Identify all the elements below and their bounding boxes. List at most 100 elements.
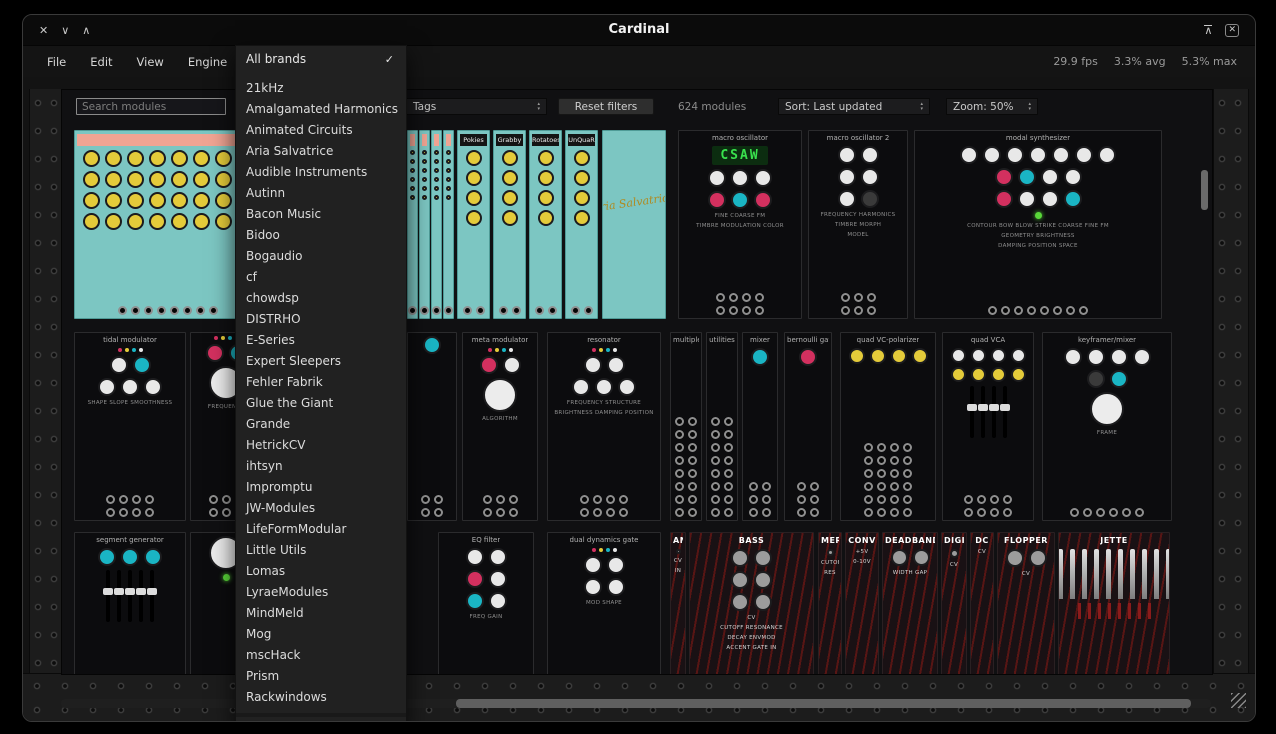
module-utilities[interactable]: utilities	[706, 332, 738, 521]
led-icon	[599, 348, 603, 352]
module-quad-vca[interactable]: quad VCA	[942, 332, 1034, 521]
pipe-icon	[1118, 549, 1123, 599]
close-window-icon[interactable]: ✕	[1225, 24, 1239, 37]
brand-menu-item-bogaudio[interactable]: Bogaudio	[236, 246, 406, 267]
menu-edit[interactable]: Edit	[80, 51, 122, 73]
module-dual-dynamics-gate[interactable]: dual dynamics gateMOD SHAPE	[547, 532, 661, 675]
brand-menu-item-bacon-music[interactable]: Bacon Music	[236, 204, 406, 225]
brand-menu-item-hetrickcv[interactable]: HetrickCV	[236, 435, 406, 456]
module-conv[interactable]: CONV+5V0-10V	[845, 532, 879, 675]
knob-icon	[1029, 146, 1047, 164]
slider-icon	[1003, 386, 1007, 438]
knob-icon	[607, 356, 625, 374]
brand-menu-item-mindmeld[interactable]: MindMeld	[236, 603, 406, 624]
brand-menu-item-all-brands[interactable]: All brands ✓	[236, 46, 406, 72]
knob-icon	[838, 168, 856, 186]
resize-grip[interactable]	[1231, 693, 1246, 708]
vertical-scrollbar-thumb[interactable]	[1201, 170, 1208, 210]
brand-menu-item-rackwindows[interactable]: Rackwindows	[236, 687, 406, 708]
pipe-icon	[1094, 549, 1099, 599]
module-eq-filter[interactable]: EQ filterFREQ GAIN	[438, 532, 534, 675]
jack-icon	[688, 482, 697, 491]
brand-menu-item-lomas[interactable]: Lomas	[236, 561, 406, 582]
horizontal-scrollbar-thumb[interactable]	[456, 699, 1191, 708]
brand-menu-item-lyraemodules[interactable]: LyraeModules	[236, 582, 406, 603]
brand-menu-item-distrho[interactable]: DISTRHO	[236, 309, 406, 330]
module-digi[interactable]: DIGICV	[941, 532, 967, 675]
knob-icon	[144, 378, 162, 396]
module-macro-oscillator[interactable]: macro oscillatorCSAWFINE COARSE FMTIMBRE…	[678, 130, 802, 319]
brand-menu-item-little-utils[interactable]: Little Utils	[236, 540, 406, 561]
module-multiples[interactable]: multiples	[670, 332, 702, 521]
brand-menu-item-lifeformmodular[interactable]: LifeFormModular	[236, 519, 406, 540]
menu-view[interactable]: View	[127, 51, 174, 73]
jack-icon	[964, 508, 973, 517]
brand-menu-item-amalgamated-harmonics[interactable]: Amalgamated Harmonics	[236, 99, 406, 120]
module-quad-vc-polarizer[interactable]: quad VC-polarizer	[840, 332, 936, 521]
module-card[interactable]	[407, 130, 418, 319]
module-macro-oscillator-2[interactable]: macro oscillator 2FREQUENCY HARMONICSTIM…	[808, 130, 908, 319]
brand-menu-item-ihtsyn[interactable]: ihtsyn	[236, 456, 406, 477]
brand-menu-item-glue-the-giant[interactable]: Glue the Giant	[236, 393, 406, 414]
brand-menu-item-aria-salvatrice[interactable]: Aria Salvatrice	[236, 141, 406, 162]
module-deadband[interactable]: DEADBANDWIDTH GAP	[882, 532, 938, 675]
module-card[interactable]	[407, 332, 457, 521]
brand-menu-item-prism[interactable]: Prism	[236, 666, 406, 687]
module-mixer[interactable]: mixer	[742, 332, 778, 521]
module-tidal-modulator[interactable]: tidal modulatorSHAPE SLOPE SMOOTHNESS	[74, 332, 186, 521]
module-card[interactable]	[431, 130, 442, 319]
module-resonator[interactable]: resonatorFREQUENCY STRUCTUREBRIGHTNESS D…	[547, 332, 661, 521]
titlebar[interactable]: ✕∨∧ Cardinal ∧✕	[23, 15, 1255, 46]
brand-menu-item-animated-circuits[interactable]: Animated Circuits	[236, 120, 406, 141]
jack-icon	[675, 456, 684, 465]
module-unquar[interactable]: UnQuaR	[565, 130, 598, 319]
brand-menu-item-mschack[interactable]: mscHack	[236, 645, 406, 666]
jack-icon	[724, 443, 733, 452]
brand-menu-item-audible-instruments[interactable]: Audible Instruments	[236, 162, 406, 183]
brand-menu-item-e-series[interactable]: E-Series	[236, 330, 406, 351]
module-card[interactable]: Aria Salvatrice	[602, 130, 666, 319]
module-bernoulli-gate[interactable]: bernoulli gate	[784, 332, 832, 521]
brand-menu-item-fehler-fabrik[interactable]: Fehler Fabrik	[236, 372, 406, 393]
module-card[interactable]	[74, 130, 262, 319]
brand-menu-item-cf[interactable]: cf	[236, 267, 406, 288]
brand-menu-item-bidoo[interactable]: Bidoo	[236, 225, 406, 246]
jack-icon	[877, 482, 886, 491]
knob-icon	[446, 159, 451, 164]
horizontal-scrollbar[interactable]	[61, 699, 1211, 708]
jack-icon	[867, 306, 876, 315]
rack-rail-bottom	[23, 673, 1255, 722]
module-card[interactable]	[443, 130, 454, 319]
menu-file[interactable]: File	[37, 51, 76, 73]
module-modal-synthesizer[interactable]: modal synthesizerCONTOUR BOW BLOW STRIKE…	[914, 130, 1162, 319]
brand-menu-item-grande[interactable]: Grande	[236, 414, 406, 435]
module-segment-generator[interactable]: segment generator	[74, 532, 186, 675]
jack-icon	[854, 293, 863, 302]
brand-menu-item-21khz[interactable]: 21kHz	[236, 78, 406, 99]
module-keyframer-mixer[interactable]: keyframer/mixerFRAME	[1042, 332, 1172, 521]
brand-menu-item-expert-sleepers[interactable]: Expert Sleepers	[236, 351, 406, 372]
knob-icon	[676, 549, 681, 554]
knob-icon	[98, 378, 116, 396]
led-row	[592, 548, 617, 552]
brand-menu-item-jw-modules[interactable]: JW-Modules	[236, 498, 406, 519]
brand-menu-item-mog[interactable]: Mog	[236, 624, 406, 645]
module-rotatoes[interactable]: Rotatoes	[529, 130, 562, 319]
module-meta-modulator[interactable]: meta modulatorALGORITHM	[462, 332, 538, 521]
module-pokies[interactable]: Pokies	[457, 130, 490, 319]
module-flopper[interactable]: FLOPPERCV	[997, 532, 1055, 675]
module-amp[interactable]: AMPCVIN	[670, 532, 686, 675]
module-jette[interactable]: JETTE	[1058, 532, 1170, 675]
brand-menu-item-chowdsp[interactable]: chowdsp	[236, 288, 406, 309]
module-label: IN	[675, 568, 681, 574]
brand-menu-item-autinn[interactable]: Autinn	[236, 183, 406, 204]
menu-engine[interactable]: Engine	[178, 51, 237, 73]
module-grabby[interactable]: Grabby	[493, 130, 526, 319]
jack-icon	[434, 508, 443, 517]
brand-menu-item-impromptu[interactable]: Impromptu	[236, 477, 406, 498]
module-mera[interactable]: MERACUTOFFRES	[818, 532, 842, 675]
module-card[interactable]	[419, 130, 430, 319]
module-bass[interactable]: BASSCVCUTOFF RESONANCEDECAY ENVMODACCENT…	[689, 532, 814, 675]
keep-above-icon[interactable]: ∧	[1204, 25, 1212, 36]
module-dc[interactable]: DCCV	[970, 532, 994, 675]
